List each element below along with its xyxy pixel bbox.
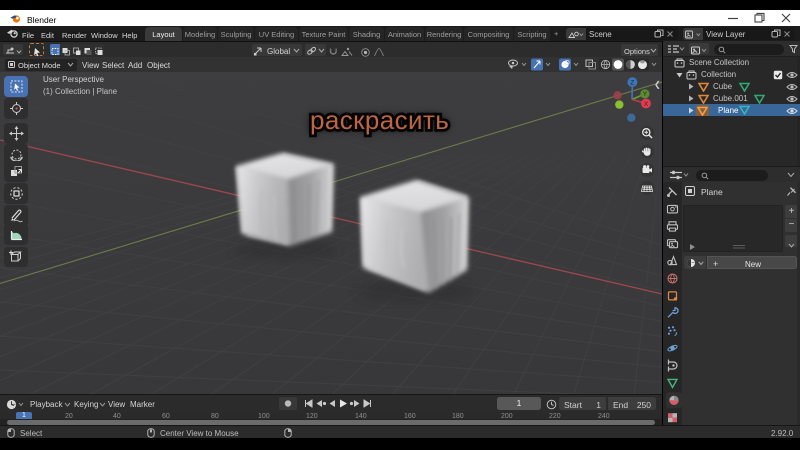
svg-text:Y: Y [643, 91, 648, 98]
svg-text:X: X [644, 101, 649, 108]
svg-text:Z: Z [630, 80, 634, 87]
